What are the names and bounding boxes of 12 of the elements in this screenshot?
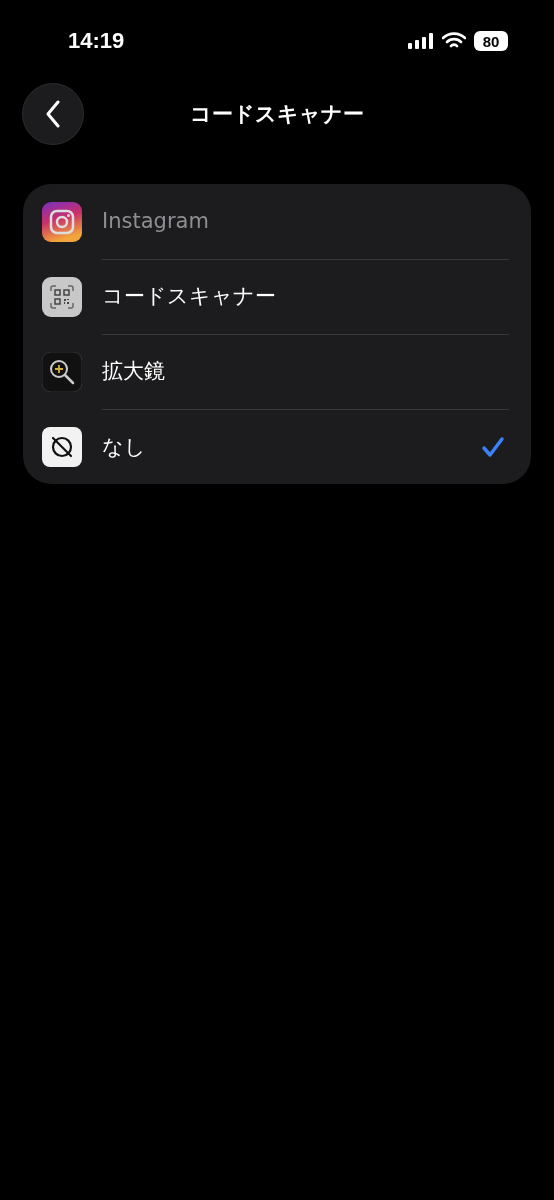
option-label[interactable]: コードスキャナー bbox=[102, 282, 276, 310]
battery-level: 80 bbox=[474, 31, 508, 51]
status-time: 14:19 bbox=[68, 28, 125, 54]
wifi-icon bbox=[442, 32, 466, 50]
signal-icon bbox=[408, 33, 434, 49]
option-label[interactable]: 拡大鏡 bbox=[102, 357, 165, 385]
option-label[interactable]: なし bbox=[102, 432, 146, 461]
camera-app-icon bbox=[42, 201, 82, 242]
chevron-left-icon bbox=[45, 100, 61, 128]
page-title: コードスキャナー bbox=[189, 101, 365, 128]
qr-code-icon bbox=[42, 276, 82, 317]
magnifier-icon bbox=[42, 351, 82, 392]
